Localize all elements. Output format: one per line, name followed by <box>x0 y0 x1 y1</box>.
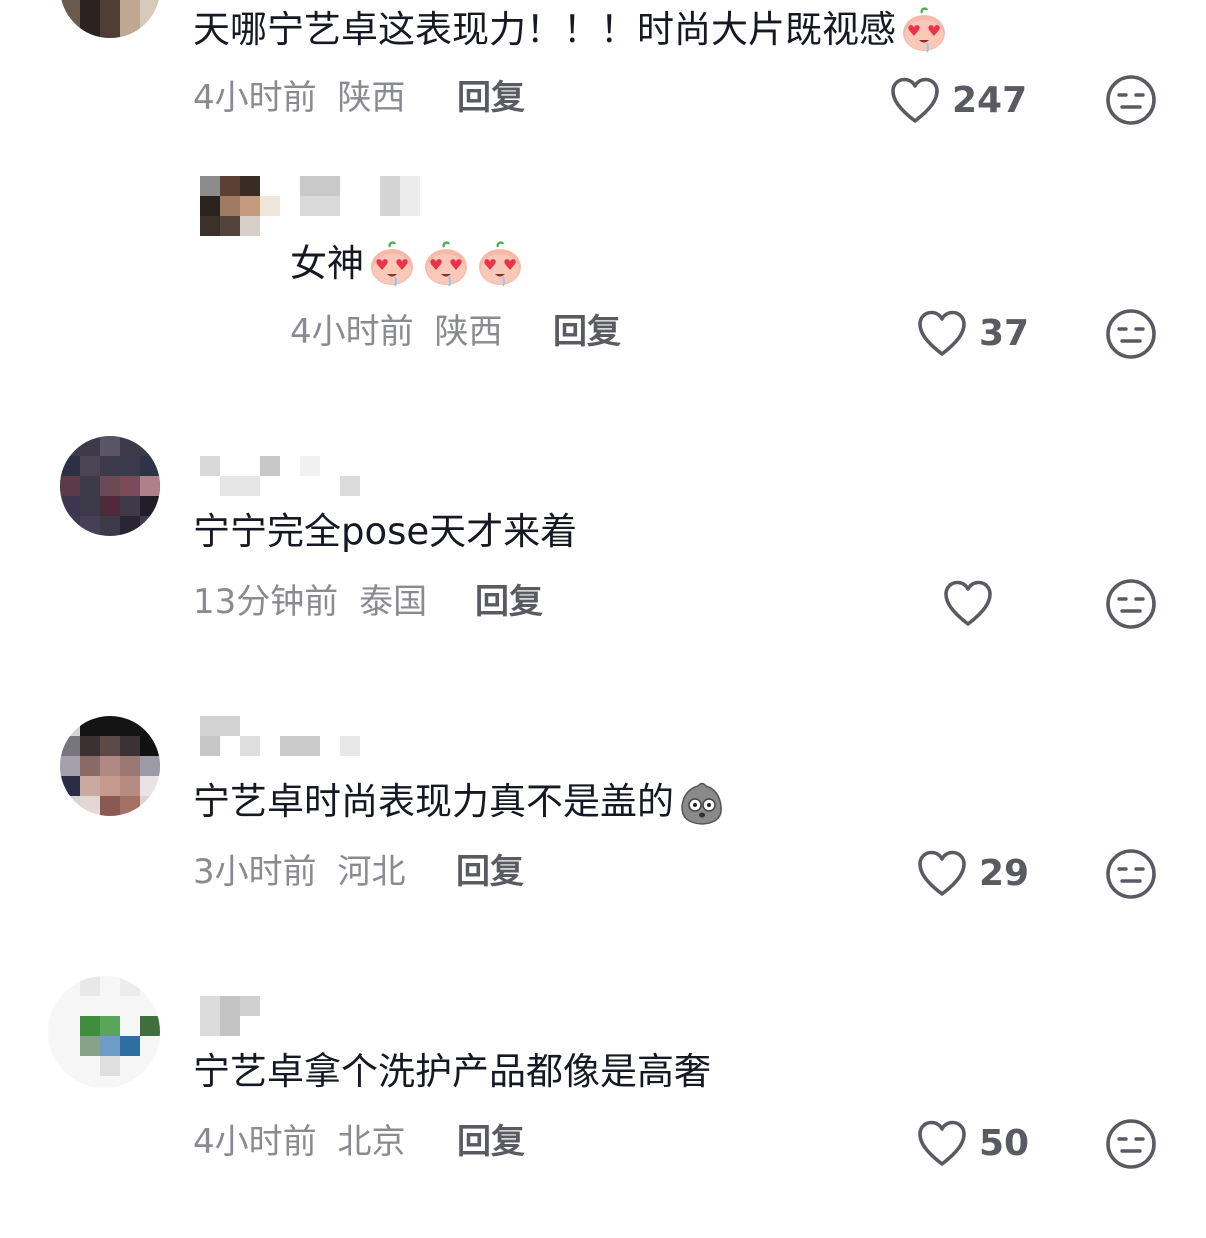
like-heart-icon[interactable] <box>917 1120 967 1168</box>
avatar[interactable] <box>60 436 160 536</box>
comment-time: 4小时前 <box>193 1122 317 1162</box>
comment-time: 13分钟前 <box>193 582 339 622</box>
avatar[interactable] <box>60 716 160 816</box>
avatar[interactable] <box>48 976 160 1088</box>
comment-time: 4小时前 <box>290 312 414 352</box>
like-count: 50 <box>979 1123 1030 1164</box>
dislike-face-icon[interactable] <box>1105 1118 1157 1170</box>
comment-time: 3小时前 <box>193 852 317 892</box>
reply-button[interactable]: 回复 <box>457 1120 525 1164</box>
comment-time: 4小时前 <box>193 78 317 118</box>
reply-button[interactable]: 回复 <box>475 580 543 624</box>
like-count: 29 <box>979 853 1030 894</box>
comment-text: 宁艺卓时尚表现力真不是盖的 <box>193 778 726 826</box>
username-blurred[interactable] <box>200 716 360 756</box>
dislike-face-icon[interactable] <box>1105 578 1157 630</box>
comment-location: 陕西 <box>337 78 406 118</box>
dislike-face-icon[interactable] <box>1105 848 1157 900</box>
comment-text-content: 女神 <box>290 242 364 285</box>
comment-text: 天哪宁艺卓这表现力！！！时尚大片既视感 <box>193 6 948 54</box>
comment-text: 宁宁完全pose天才来着 <box>193 508 577 556</box>
heart-eyes-peach-emoji <box>368 240 416 288</box>
comment-location: 河北 <box>337 852 406 892</box>
username-blurred[interactable] <box>200 996 260 1036</box>
comment-text-content: 宁宁完全pose天才来着 <box>193 510 578 553</box>
like-heart-icon[interactable] <box>943 580 993 628</box>
comment-meta: 4小时前 北京 <box>193 1120 405 1164</box>
comment-meta: 13分钟前 泰国 <box>193 580 427 624</box>
comment-location: 北京 <box>337 1122 406 1162</box>
comment-text: 女神 <box>290 240 524 288</box>
avatar[interactable] <box>200 176 280 256</box>
heart-eyes-peach-emoji <box>900 6 948 54</box>
comment-location: 陕西 <box>434 312 503 352</box>
like-heart-icon[interactable] <box>917 310 967 358</box>
like-count: 37 <box>979 313 1030 354</box>
like-heart-icon[interactable] <box>890 77 940 125</box>
comment-location: 泰国 <box>359 582 428 622</box>
stone-face-emoji <box>678 778 726 826</box>
comment-meta: 4小时前 陕西 <box>193 76 405 120</box>
comment-meta: 3小时前 河北 <box>193 850 405 894</box>
username-blurred[interactable] <box>200 456 360 496</box>
comment-text-content: 宁艺卓时尚表现力真不是盖的 <box>193 780 674 823</box>
username-blurred[interactable] <box>300 176 420 216</box>
dislike-face-icon[interactable] <box>1105 74 1157 126</box>
reply-button[interactable]: 回复 <box>457 76 525 120</box>
comment-text-content: 宁艺卓拿个洗护产品都像是高奢 <box>193 1050 711 1093</box>
like-heart-icon[interactable] <box>917 850 967 898</box>
reply-button[interactable]: 回复 <box>553 310 621 354</box>
reply-button[interactable]: 回复 <box>456 850 524 894</box>
like-count: 247 <box>952 80 1028 121</box>
heart-eyes-peach-emoji <box>476 240 524 288</box>
comment-meta: 4小时前 陕西 <box>290 310 502 354</box>
heart-eyes-peach-emoji <box>422 240 470 288</box>
comment-text-content: 天哪宁艺卓这表现力！！！时尚大片既视感 <box>193 8 896 51</box>
comment-text: 宁艺卓拿个洗护产品都像是高奢 <box>193 1048 711 1096</box>
dislike-face-icon[interactable] <box>1105 308 1157 360</box>
avatar[interactable] <box>60 0 160 38</box>
